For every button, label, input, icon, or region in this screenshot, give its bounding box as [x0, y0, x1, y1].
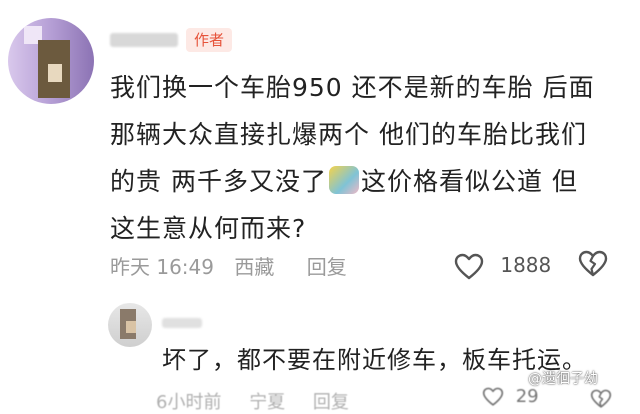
- broken-heart-icon: [578, 250, 608, 277]
- comment-reply-button[interactable]: 回复: [307, 255, 347, 279]
- reply-dislike-button[interactable]: [590, 388, 612, 409]
- commenter-avatar[interactable]: [8, 18, 94, 104]
- comment-line: 那辆大众直接扎爆两个 他们的车胎比我们: [110, 120, 587, 149]
- comment-time: 昨天 16:49: [110, 255, 214, 279]
- heart-icon: [454, 253, 484, 279]
- author-badge: 作者: [186, 28, 233, 52]
- comment-like-count: 1888: [500, 253, 552, 277]
- reply-text: 坏了，都不要在附近修车，板车托运。: [162, 346, 587, 374]
- replier-avatar[interactable]: [108, 303, 152, 347]
- comment-line-part: 的贵 两千多又没了: [110, 167, 327, 196]
- blurred-emoji-icon: [328, 166, 359, 194]
- heart-icon: [482, 387, 504, 406]
- comment-line: 我们换一个车胎950 还不是新的车胎 后面: [110, 73, 595, 102]
- comment-location: 西藏: [234, 255, 275, 279]
- watermark: @遗徊子幼: [528, 371, 598, 387]
- replier-nickname-blurred[interactable]: [162, 318, 202, 328]
- comment-meta: 昨天 16:49 西藏 回复: [110, 252, 361, 282]
- comment-text: 我们换一个车胎950 还不是新的车胎 后面 那辆大众直接扎爆两个 他们的车胎比我…: [110, 64, 615, 252]
- broken-heart-icon: [590, 389, 612, 408]
- comment-line-part: 这价格看似公道 但: [360, 167, 578, 196]
- reply-meta: 6小时前 宁夏 回复: [156, 388, 371, 414]
- comment-line: 这生意从何而来?: [110, 214, 307, 243]
- commenter-nickname-blurred[interactable]: [110, 33, 178, 47]
- comment-line: 的贵 两千多又没了 这价格看似公道 但: [110, 158, 615, 205]
- comment-dislike-button[interactable]: [578, 250, 608, 278]
- comment-like-button[interactable]: 1888: [454, 248, 551, 282]
